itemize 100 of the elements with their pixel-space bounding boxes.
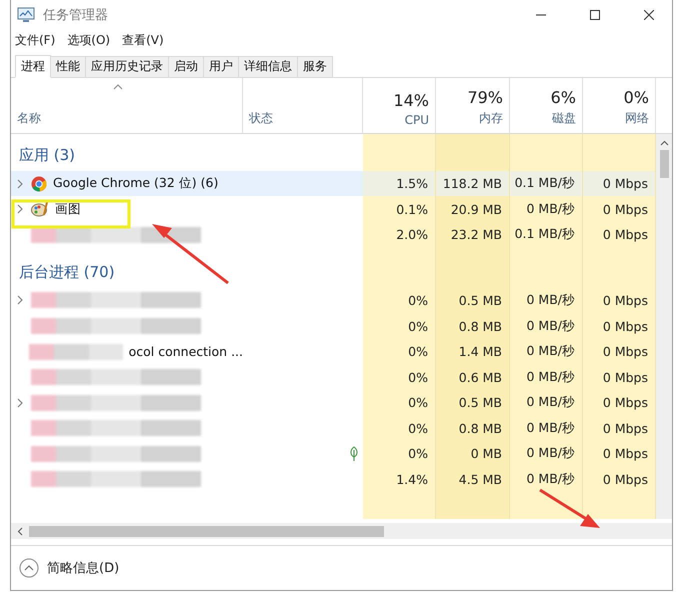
process-row[interactable]: 0% 0.5 MB 0 MB/秒 0 Mbps	[11, 288, 656, 314]
vertical-scrollbar[interactable]	[656, 134, 672, 520]
usage-value: 0%	[363, 415, 436, 441]
usage-value: 0%	[363, 390, 436, 416]
process-row[interactable]: 0% 0.8 MB 0 MB/秒 0 Mbps	[11, 415, 656, 441]
usage-value: 0 Mbps	[583, 170, 656, 196]
usage-value: 20.9 MB	[436, 196, 510, 222]
tab[interactable]: 详细信息	[238, 56, 298, 77]
usage-value: 0.8 MB	[436, 313, 510, 339]
process-row[interactable]: 2.0% 23.2 MB 0.1 MB/秒 0 Mbps	[11, 222, 656, 248]
usage-value: 0 MB/秒	[510, 338, 583, 364]
usage-value: 0 MB/秒	[510, 415, 583, 441]
usage-value: 0.1%	[363, 196, 436, 222]
column-header[interactable]: 磁盘	[552, 110, 576, 128]
usage-value: 0%	[363, 440, 436, 467]
usage-value: 0 Mbps	[583, 313, 656, 339]
process-name: ocol connection ...	[128, 344, 243, 360]
usage-value: 23.2 MB	[436, 222, 510, 248]
usage-value: 0%	[363, 313, 436, 339]
usage-value: 1.4 MB	[436, 338, 510, 364]
usage-total: 6%	[550, 88, 576, 108]
usage-value: 0 Mbps	[583, 390, 656, 416]
usage-value: 118.2 MB	[436, 170, 510, 196]
column-header[interactable]: CPU	[404, 113, 429, 128]
scroll-left-icon[interactable]	[17, 526, 23, 536]
usage-total: 79%	[467, 88, 503, 108]
process-row[interactable]: Google Chrome (32 位) (6) 1.5% 118.2 MB 0.1 MB/秒 0 Mbps	[11, 170, 656, 196]
sort-ascending-icon[interactable]	[113, 84, 123, 90]
usage-value: 0 MB/秒	[510, 364, 583, 390]
menu-item[interactable]: 选项(O)	[67, 32, 110, 50]
fewer-details-button[interactable]: 简略信息(D)	[19, 558, 120, 578]
usage-value: 0 Mbps	[583, 466, 656, 492]
chevron-up-circle-icon	[19, 558, 39, 578]
column-header[interactable]: 网络	[625, 110, 649, 128]
menu-item[interactable]: 查看(V)	[122, 32, 164, 50]
usage-value: 0.5 MB	[436, 288, 510, 314]
tab[interactable]: 服务	[297, 56, 333, 77]
group-title: 应用 (3)	[18, 146, 76, 166]
usage-value: 1.5%	[363, 170, 436, 196]
process-row[interactable]: 0% 0.6 MB 0 MB/秒 0 Mbps	[11, 364, 656, 390]
process-row[interactable]: 0% 0.5 MB 0 MB/秒 0 Mbps	[11, 390, 656, 416]
usage-value: 0 MB/秒	[510, 390, 583, 416]
usage-value: 0 MB/秒	[510, 196, 583, 222]
process-row[interactable]: 画图 0.1% 20.9 MB 0 MB/秒 0 Mbps	[11, 196, 656, 222]
usage-value: 0.5 MB	[436, 390, 510, 416]
window-title: 任务管理器	[43, 7, 109, 24]
usage-value: 0%	[363, 288, 436, 314]
usage-value: 0 MB/秒	[510, 466, 583, 492]
usage-value: 4.5 MB	[436, 466, 510, 492]
scroll-up-icon[interactable]	[660, 140, 668, 146]
usage-value: 0 Mbps	[583, 222, 656, 248]
tab[interactable]: 性能	[50, 56, 86, 77]
chevron-right-icon[interactable]	[17, 178, 23, 189]
process-row[interactable]: 1.4% 4.5 MB 0 MB/秒 0 Mbps	[11, 466, 656, 492]
process-row[interactable]: ocol connection ... 0% 1.4 MB 0 MB/秒 0 Mbps	[11, 338, 656, 364]
usage-value: 0 Mbps	[583, 364, 656, 390]
process-row[interactable]: 0% 0 MB 0 MB/秒 0 Mbps	[11, 440, 656, 467]
usage-value: 0.1 MB/秒	[510, 222, 583, 248]
usage-value: 1.4%	[363, 466, 436, 492]
usage-value: 0 Mbps	[583, 415, 656, 441]
usage-value: 0 Mbps	[583, 440, 656, 467]
horizontal-scrollbar[interactable]	[11, 523, 672, 540]
maximize-icon	[590, 10, 600, 20]
tab[interactable]: 启动	[168, 56, 204, 77]
usage-value: 2.0%	[363, 222, 436, 248]
close-icon	[644, 10, 654, 20]
chevron-right-icon[interactable]	[17, 204, 23, 214]
usage-value: 0.1 MB/秒	[510, 170, 583, 196]
usage-value: 0 Mbps	[583, 196, 656, 222]
usage-value: 0%	[363, 338, 436, 364]
process-row[interactable]: 0% 0.8 MB 0 MB/秒 0 Mbps	[11, 313, 656, 339]
usage-value: 0 MB/秒	[510, 440, 583, 467]
chrome-icon	[31, 176, 47, 192]
annotation-arrow	[539, 488, 600, 528]
process-name: Google Chrome (32 位) (6)	[53, 175, 218, 192]
usage-value: 0 Mbps	[583, 288, 656, 314]
column-header[interactable]: 状态	[249, 110, 273, 128]
column-header[interactable]: 名称	[17, 110, 41, 128]
scrollbar-thumb[interactable]	[29, 526, 384, 537]
scrollbar-thumb[interactable]	[660, 150, 668, 178]
chevron-right-icon[interactable]	[17, 295, 23, 306]
usage-value: 0 MB/秒	[510, 313, 583, 339]
usage-value: 0.8 MB	[436, 415, 510, 441]
monitor-icon	[17, 7, 35, 23]
usage-total: 0%	[624, 88, 649, 108]
usage-value: 0 Mbps	[583, 338, 656, 364]
usage-value: 0.6 MB	[436, 364, 510, 390]
palette-icon	[31, 201, 49, 218]
menu-item[interactable]: 文件(F)	[15, 32, 56, 50]
usage-value: 0 MB	[436, 440, 510, 467]
process-name: 画图	[55, 200, 81, 218]
group-title: 后台进程 (70)	[18, 262, 116, 283]
tab[interactable]: 用户	[203, 56, 239, 77]
column-header[interactable]: 内存	[479, 110, 503, 128]
tab[interactable]: 应用历史记录	[85, 56, 169, 77]
tab[interactable]: 进程	[15, 54, 51, 78]
usage-value: 0 MB/秒	[510, 288, 583, 314]
usage-value: 0%	[363, 364, 436, 390]
chevron-right-icon[interactable]	[17, 398, 23, 408]
usage-total: 14%	[393, 91, 429, 110]
